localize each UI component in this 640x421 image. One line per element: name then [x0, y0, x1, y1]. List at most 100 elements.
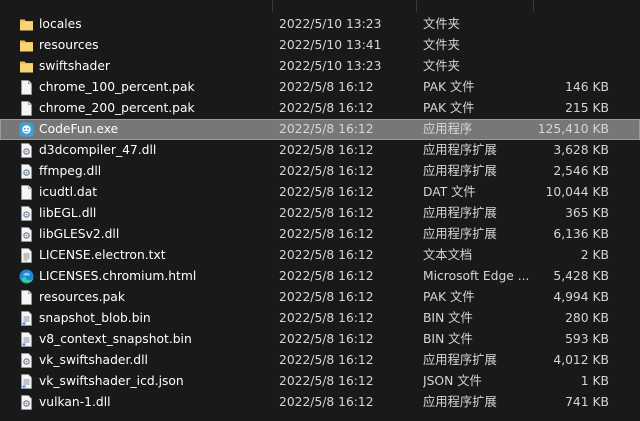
file-type: 应用程序扩展 [423, 164, 497, 178]
file-size: 2 KB [580, 248, 609, 262]
file-row[interactable]: icudtl.dat 2022/5/8 16:12 DAT 文件 10,044 KB [0, 182, 640, 203]
file-row[interactable]: CodeFun.exe 2022/5/8 16:12 应用程序 125,410 KB [0, 119, 640, 140]
file-row[interactable]: resources.pak 2022/5/8 16:12 PAK 文件 4,994 K… [0, 287, 640, 308]
file-size: 10,044 KB [545, 185, 609, 199]
file-modified-date: 2022/5/8 16:12 [279, 122, 374, 136]
folder-icon [18, 16, 35, 33]
file-row[interactable]: resources 2022/5/10 13:41 文件夹 [0, 35, 640, 56]
file-type: 应用程序扩展 [423, 353, 497, 367]
file-name: vk_swiftshader_icd.json [39, 374, 184, 388]
file-row[interactable]: locales 2022/5/10 13:23 文件夹 [0, 14, 640, 35]
file-row[interactable]: chrome_100_percent.pak 2022/5/8 16:12 PAK … [0, 77, 640, 98]
file-type: Microsoft Edge ... [423, 269, 529, 283]
file-name: resources [39, 38, 99, 52]
file-modified-date: 2022/5/8 16:12 [279, 248, 374, 262]
file-modified-date: 2022/5/8 16:12 [279, 185, 374, 199]
file-name: swiftshader [39, 59, 110, 73]
file-name: libGLESv2.dll [39, 227, 120, 241]
file-modified-date: 2022/5/10 13:23 [279, 17, 382, 31]
file-modified-date: 2022/5/8 16:12 [279, 311, 374, 325]
file-size: 280 KB [565, 311, 609, 325]
file-modified-date: 2022/5/8 16:12 [279, 227, 374, 241]
file-row[interactable]: LICENSES.chromium.html 2022/5/8 16:12 Micr… [0, 266, 640, 287]
file-size [530, 35, 609, 56]
file-modified-date: 2022/5/8 16:12 [279, 101, 374, 115]
file-size: 215 KB [565, 101, 609, 115]
bin-icon [18, 331, 35, 348]
file-size: 146 KB [565, 80, 609, 94]
file-type: PAK 文件 [423, 290, 475, 304]
file-type: 应用程序扩展 [423, 206, 497, 220]
file-row[interactable]: vk_swiftshader.dll 2022/5/8 16:12 应用程序扩展 4,… [0, 350, 640, 371]
file-name: CodeFun.exe [39, 122, 119, 136]
file-size: 365 KB [565, 206, 609, 220]
file-modified-date: 2022/5/8 16:12 [279, 206, 374, 220]
file-icon [18, 184, 35, 201]
file-type: BIN 文件 [423, 332, 473, 346]
file-type: 文本文档 [423, 248, 473, 262]
file-size: 741 KB [565, 395, 609, 409]
dll-icon [18, 205, 35, 222]
file-name: LICENSES.chromium.html [39, 269, 197, 283]
file-name: resources.pak [39, 290, 125, 304]
file-row[interactable]: libGLESv2.dll 2022/5/8 16:12 应用程序扩展 6,136 K… [0, 224, 640, 245]
file-name: chrome_200_percent.pak [39, 101, 195, 115]
file-row[interactable]: libEGL.dll 2022/5/8 16:12 应用程序扩展 365 KB [0, 203, 640, 224]
file-row[interactable]: v8_context_snapshot.bin 2022/5/8 16:12 BIN… [0, 329, 640, 350]
file-size: 4,012 KB [553, 353, 609, 367]
file-row[interactable]: ffmpeg.dll 2022/5/8 16:12 应用程序扩展 2,546 KB [0, 161, 640, 182]
file-size: 593 KB [565, 332, 609, 346]
file-icon [18, 79, 35, 96]
file-size: 1 KB [580, 374, 609, 388]
column-divider[interactable] [533, 0, 534, 12]
file-row[interactable]: LICENSE.electron.txt 2022/5/8 16:12 文本文档 2 … [0, 245, 640, 266]
file-name: chrome_100_percent.pak [39, 80, 195, 94]
file-row[interactable]: swiftshader 2022/5/10 13:23 文件夹 [0, 56, 640, 77]
file-modified-date: 2022/5/8 16:12 [279, 143, 374, 157]
file-modified-date: 2022/5/10 13:23 [279, 59, 382, 73]
file-size: 3,628 KB [553, 143, 609, 157]
file-size [530, 56, 609, 77]
file-modified-date: 2022/5/8 16:12 [279, 353, 374, 367]
file-type: BIN 文件 [423, 311, 473, 325]
file-row[interactable]: vulkan-1.dll 2022/5/8 16:12 应用程序扩展 741 KB [0, 392, 640, 413]
folder-icon [18, 58, 35, 75]
file-icon [18, 289, 35, 306]
file-name: icudtl.dat [39, 185, 98, 199]
file-size: 6,136 KB [553, 227, 609, 241]
file-type: 应用程序扩展 [423, 143, 497, 157]
file-row[interactable]: d3dcompiler_47.dll 2022/5/8 16:12 应用程序扩展 3,… [0, 140, 640, 161]
bin-icon [18, 373, 35, 390]
column-divider[interactable] [416, 0, 417, 12]
file-name: snapshot_blob.bin [39, 311, 151, 325]
file-modified-date: 2022/5/8 16:12 [279, 80, 374, 94]
file-row[interactable]: vk_swiftshader_icd.json 2022/5/8 16:12 JSO… [0, 371, 640, 392]
file-size: 4,994 KB [553, 290, 609, 304]
column-divider[interactable] [272, 0, 273, 12]
file-type: PAK 文件 [423, 101, 475, 115]
dll-icon [18, 352, 35, 369]
file-modified-date: 2022/5/8 16:12 [279, 164, 374, 178]
file-size [530, 14, 609, 35]
file-modified-date: 2022/5/8 16:12 [279, 269, 374, 283]
column-header-bar [0, 0, 640, 12]
file-name: locales [39, 17, 82, 31]
dll-icon [18, 226, 35, 243]
file-type: 应用程序扩展 [423, 227, 497, 241]
folder-icon [18, 37, 35, 54]
file-explorer-list-view: locales 2022/5/10 13:23 文件夹 resources 2022/5… [0, 0, 640, 421]
dll-icon [18, 163, 35, 180]
file-list: locales 2022/5/10 13:23 文件夹 resources 2022/5… [0, 14, 640, 413]
file-modified-date: 2022/5/10 13:41 [279, 38, 382, 52]
file-name: vulkan-1.dll [39, 395, 111, 409]
file-type: DAT 文件 [423, 185, 476, 199]
file-name: ffmpeg.dll [39, 164, 102, 178]
file-modified-date: 2022/5/8 16:12 [279, 290, 374, 304]
file-name: d3dcompiler_47.dll [39, 143, 157, 157]
file-icon [18, 100, 35, 117]
dll-icon [18, 142, 35, 159]
file-type: 文件夹 [423, 17, 460, 31]
file-row[interactable]: chrome_200_percent.pak 2022/5/8 16:12 PAK … [0, 98, 640, 119]
file-row[interactable]: snapshot_blob.bin 2022/5/8 16:12 BIN 文件 280… [0, 308, 640, 329]
file-name: v8_context_snapshot.bin [39, 332, 192, 346]
